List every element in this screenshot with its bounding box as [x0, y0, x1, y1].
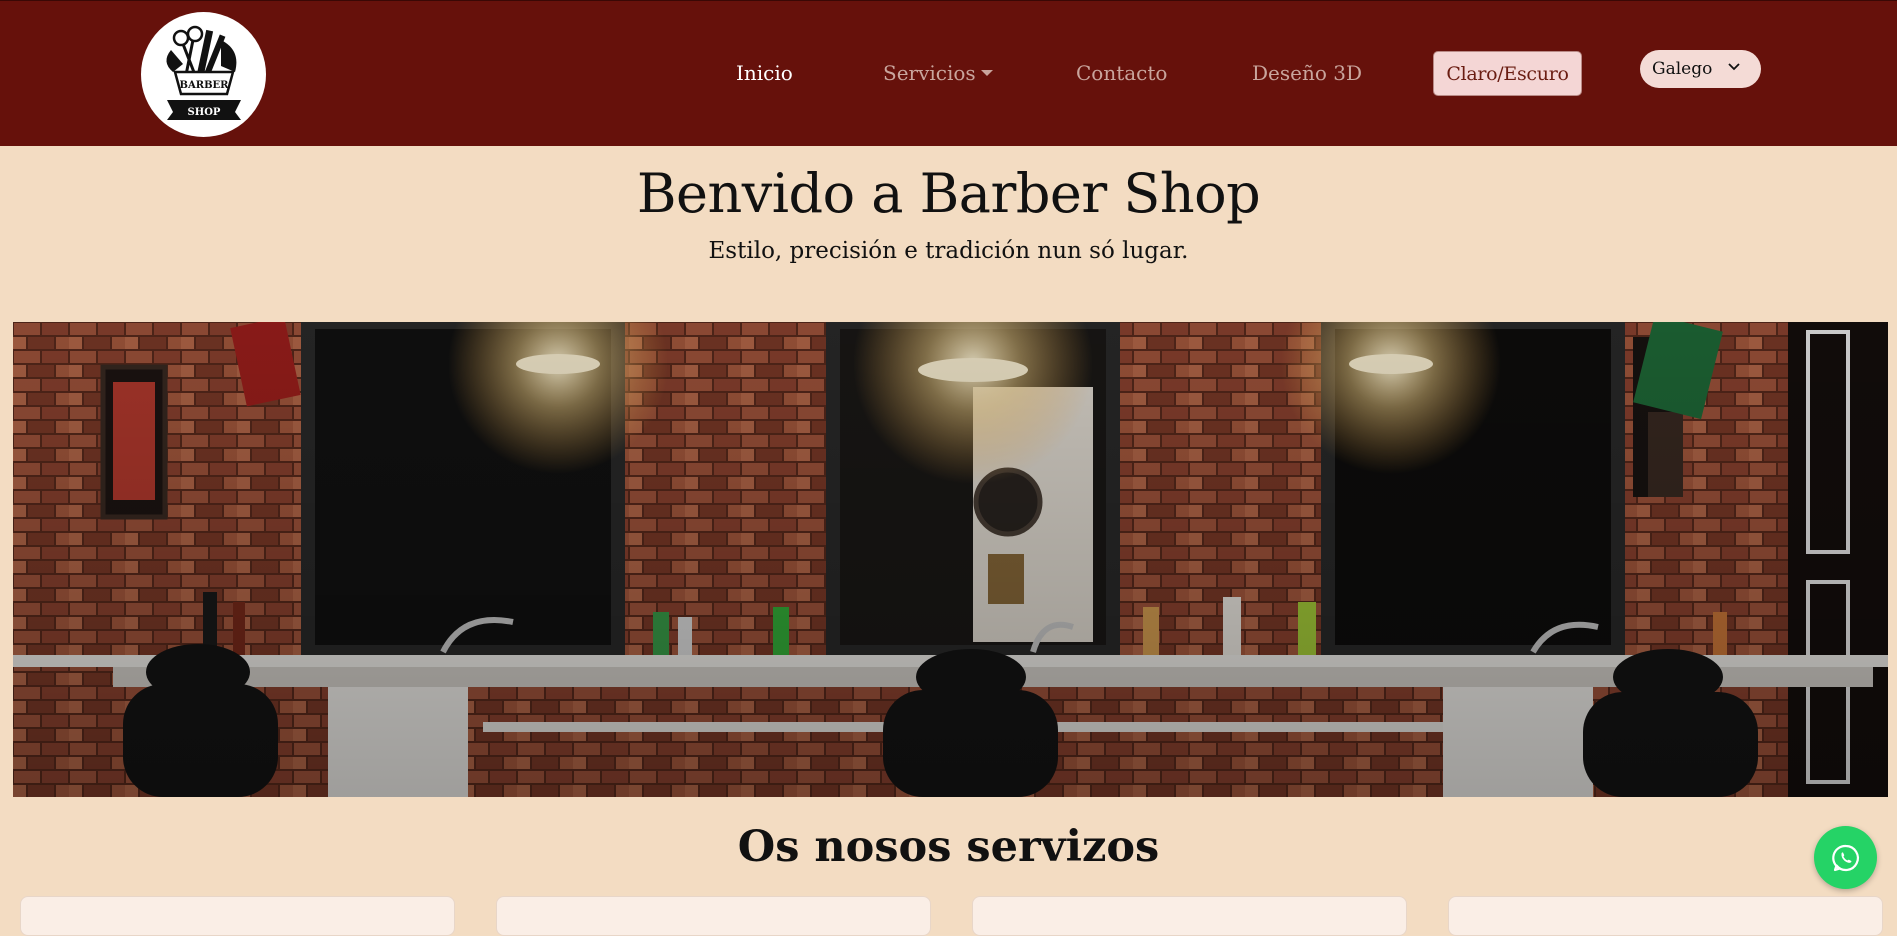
- hero-title: Benvido a Barber Shop: [636, 162, 1261, 225]
- language-select[interactable]: Galego: [1640, 50, 1761, 88]
- barbershop-interior-image: [13, 322, 1888, 797]
- chevron-down-icon: [1728, 63, 1740, 71]
- service-card[interactable]: [972, 896, 1407, 936]
- nav-link-servicios[interactable]: Servicios: [883, 61, 993, 85]
- svg-text:SHOP: SHOP: [187, 107, 220, 118]
- service-card[interactable]: [20, 896, 455, 936]
- navbar: BARBER SHOP Inicio Servicios Contacto De…: [0, 0, 1897, 146]
- nav-link-deseno-3d[interactable]: Deseño 3D: [1252, 61, 1362, 85]
- caret-down-icon: [980, 70, 993, 76]
- services-title: Os nosos servizos: [737, 822, 1160, 872]
- svg-text:BARBER: BARBER: [179, 80, 229, 91]
- theme-toggle-button[interactable]: Claro/Escuro: [1433, 51, 1582, 96]
- nav-link-contacto[interactable]: Contacto: [1076, 61, 1167, 85]
- nav-link-servicios-label: Servicios: [883, 61, 976, 85]
- hero-subtitle: Estilo, precisión e tradición nun só lug…: [708, 238, 1189, 264]
- nav-link-inicio[interactable]: Inicio: [736, 61, 793, 85]
- whatsapp-icon: [1831, 844, 1859, 871]
- whatsapp-button[interactable]: [1814, 826, 1877, 889]
- service-card[interactable]: [496, 896, 931, 936]
- logo[interactable]: BARBER SHOP: [141, 12, 266, 137]
- service-card[interactable]: [1448, 896, 1883, 936]
- language-select-value: Galego: [1652, 59, 1713, 79]
- barber-shop-logo-icon: BARBER SHOP: [165, 25, 241, 120]
